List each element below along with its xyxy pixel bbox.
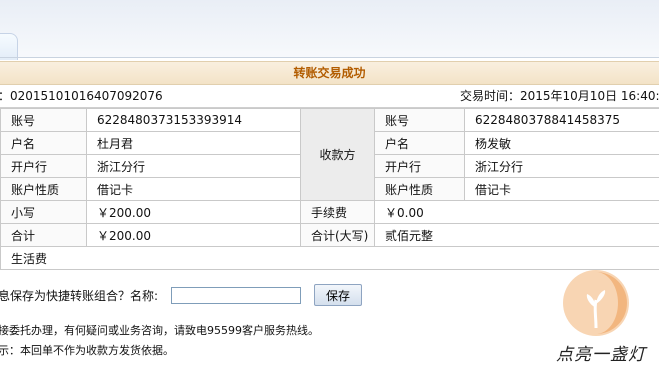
remark: 生活费 <box>0 246 659 270</box>
transfer-detail-table: 账号 6228480373153393914 收款方 账号 6228480378… <box>0 108 659 270</box>
payee-bank-value: 浙江分行 <box>464 154 659 178</box>
watermark-text: 点亮一盏灯 <box>556 345 646 365</box>
payee-account-label: 账号 <box>374 108 465 132</box>
payer-name-label: 户名 <box>0 131 87 155</box>
payer-account-label: 账号 <box>0 108 87 132</box>
table-row: 小写 ￥200.00 手续费 ￥0.00 <box>0 200 659 224</box>
disclaimer-note: 示：本回单不作为收款方发货依据。 <box>0 344 174 357</box>
top-divider <box>0 57 659 58</box>
transfer-receipt-page: 转账交易成功 ：02015101016407092076 交易时间：2015年1… <box>0 0 659 368</box>
payer-bank-value: 浙江分行 <box>86 154 301 178</box>
payer-type-label: 账户性质 <box>0 177 87 201</box>
payee-account-value: 6228480378841458375 <box>464 108 659 132</box>
total-cn-value: 贰佰元整 <box>374 223 659 247</box>
save-alias-prompt: 息保存为快捷转账组合？名称: <box>0 289 159 303</box>
amount-small-label: 小写 <box>0 200 87 224</box>
service-note: 接委托办理，有何疑问或业务咨询，请致电95599客户服务热线。 <box>0 324 319 337</box>
page-title: 转账交易成功 <box>0 61 659 85</box>
table-row: 合计 ￥200.00 合计(大写) 贰佰元整 <box>0 223 659 247</box>
payee-name-value: 杨发敏 <box>464 131 659 155</box>
total-cn-label: 合计(大写) <box>300 223 375 247</box>
save-button[interactable]: 保存 <box>314 284 362 306</box>
payer-bank-label: 开户行 <box>0 154 87 178</box>
top-tab[interactable] <box>0 33 18 60</box>
top-bar <box>0 0 659 60</box>
table-row: 账号 6228480373153393914 收款方 账号 6228480378… <box>0 108 659 201</box>
total-value: ￥200.00 <box>86 223 301 247</box>
payee-bank-label: 开户行 <box>374 154 465 178</box>
table-row: 生活费 <box>0 246 659 270</box>
payee-section-label: 收款方 <box>300 108 375 201</box>
fee-value: ￥0.00 <box>374 200 659 224</box>
total-label: 合计 <box>0 223 87 247</box>
fee-label: 手续费 <box>300 200 375 224</box>
payer-account-value: 6228480373153393914 <box>86 108 301 132</box>
transaction-meta: ：02015101016407092076 交易时间：2015年10月10日 1… <box>0 85 659 108</box>
payee-type-label: 账户性质 <box>374 177 465 201</box>
alias-name-input[interactable] <box>171 287 301 304</box>
payer-name-value: 杜月君 <box>86 131 301 155</box>
amount-small-value: ￥200.00 <box>86 200 301 224</box>
transaction-time: 交易时间：2015年10月10日 16:40:2 <box>460 89 659 103</box>
payer-type-value: 借记卡 <box>86 177 301 201</box>
serial-number: ：02015101016407092076 <box>0 89 163 103</box>
payee-name-label: 户名 <box>374 131 465 155</box>
payee-type-value: 借记卡 <box>464 177 659 201</box>
watermark-logo: 点亮一盏灯 <box>556 268 659 368</box>
